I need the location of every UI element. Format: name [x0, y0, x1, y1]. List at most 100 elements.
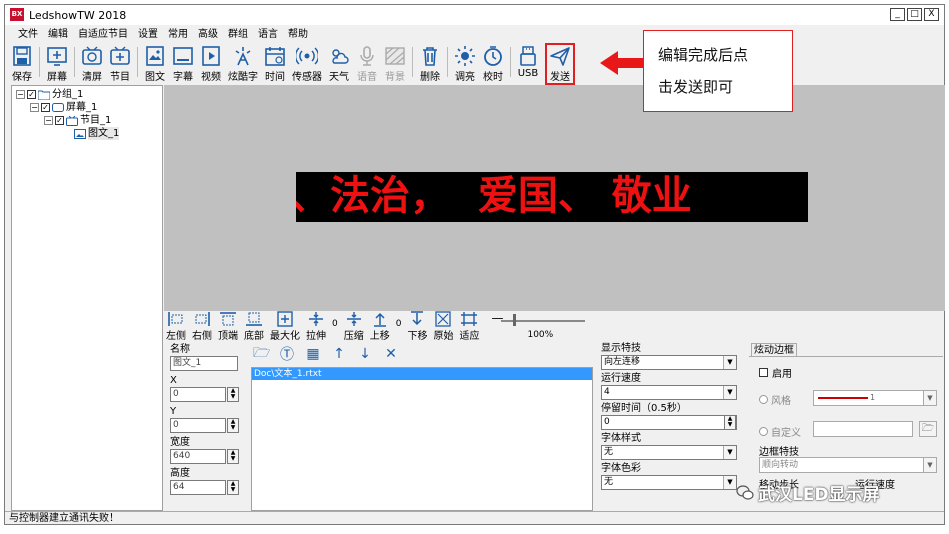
menu-file[interactable]: 文件 [13, 26, 43, 44]
style-radio[interactable]: 风格 [759, 392, 791, 407]
width-spinner[interactable]: ▲ ▼ [227, 449, 239, 464]
clear-screen-button[interactable]: 清屏 [81, 45, 103, 83]
arrow-down-icon[interactable]: ↓ [357, 346, 373, 362]
time-sync-button[interactable]: 校时 [482, 45, 504, 83]
checkbox-checked-icon[interactable]: ✓ [27, 90, 36, 99]
close-button[interactable]: X [924, 8, 939, 21]
menu-advanced[interactable]: 高级 [193, 26, 223, 44]
text-file-panel: 🗁 Ⓣ ▦ ↑ ↓ ✕ Doc\文本_1.rtxt [249, 343, 595, 511]
led-text-area[interactable]: 、法治， 爱国、 敬业 [296, 172, 808, 222]
chevron-down-icon: ▼ [723, 356, 736, 369]
stretch-button[interactable]: 拉伸 [306, 311, 326, 342]
menu-settings[interactable]: 设置 [133, 26, 163, 44]
font-style-select[interactable]: 无 ▼ [601, 445, 737, 460]
enable-border-checkbox[interactable]: 启用 [759, 365, 792, 380]
sensor-button[interactable]: 传感器 [292, 45, 322, 83]
zoom-slider[interactable]: — 100% [491, 311, 587, 341]
dwell-spinner[interactable]: ▲ ▼ [724, 415, 736, 430]
delete-button[interactable]: 删除 [419, 45, 441, 83]
menu-group[interactable]: 群组 [223, 26, 253, 44]
browse-folder-icon[interactable]: 🗁 [919, 421, 937, 437]
align-left-button[interactable]: 左侧 [166, 311, 186, 342]
stretch-value: 0 [332, 319, 338, 329]
collapse-icon[interactable]: − [30, 103, 39, 112]
border-effect-select[interactable]: 顺向转动 ▼ [759, 457, 937, 473]
annotation-line-2: 击发送即可 [658, 78, 734, 96]
align-top-button[interactable]: 顶端 [218, 311, 238, 342]
menu-language[interactable]: 语言 [253, 26, 283, 44]
arrow-down-icon [411, 311, 424, 326]
menu-common[interactable]: 常用 [163, 26, 193, 44]
zoom-thumb[interactable] [513, 314, 517, 326]
maximize-button[interactable]: □ [907, 8, 922, 21]
background-button[interactable]: 背景 [384, 45, 406, 83]
time-button[interactable]: 时间 [264, 45, 286, 83]
original-size-button[interactable]: 原始 [433, 311, 453, 342]
tree-node-program[interactable]: − ✓ 节目_1 [16, 114, 158, 127]
custom-radio[interactable]: 自定义 [759, 424, 801, 439]
tree-node-screen[interactable]: − ✓ 屏幕_1 [16, 101, 158, 114]
list-item[interactable]: Doc\文本_1.rtxt [252, 368, 592, 380]
video-button[interactable]: 视频 [200, 45, 222, 83]
subtitle-button[interactable]: 字幕 [172, 45, 194, 83]
zoom-out-button[interactable]: — [491, 311, 503, 325]
tree-node-group[interactable]: − ✓ 分组_1 [16, 88, 158, 101]
move-down-button[interactable]: 下移 [407, 311, 427, 342]
align-bottom-button[interactable]: 底部 [244, 311, 264, 342]
original-size-icon [435, 311, 452, 327]
voice-button[interactable]: 语音 [356, 45, 378, 83]
font-color-select[interactable]: 无 ▼ [601, 475, 737, 490]
speed-select[interactable]: 4 ▼ [601, 385, 737, 400]
cool-text-button[interactable]: 炫酷字 [228, 45, 258, 83]
table-icon[interactable]: ▦ [305, 346, 321, 362]
program-button[interactable]: 节目 [109, 45, 131, 83]
open-folder-icon[interactable]: 🗁 [253, 342, 270, 366]
remove-icon[interactable]: ✕ [383, 346, 399, 362]
screen-button[interactable]: 屏幕 [46, 45, 68, 83]
move-up-button[interactable]: 上移 [370, 311, 390, 342]
y-field[interactable]: 0 [170, 418, 226, 433]
cool-text-icon [235, 47, 251, 66]
maximize-area-button[interactable]: 最大化 [270, 311, 300, 342]
height-field[interactable]: 64 [170, 480, 226, 495]
text-icon[interactable]: Ⓣ [279, 344, 295, 364]
align-right-button[interactable]: 右侧 [192, 311, 212, 342]
tree-node-area[interactable]: 图文_1 [16, 127, 158, 140]
dwell-field[interactable]: 0 ▲ ▼ [601, 415, 737, 430]
fit-button[interactable]: 适应 [459, 311, 479, 342]
x-spinner[interactable]: ▲ ▼ [227, 387, 239, 402]
compress-button[interactable]: 压缩 [344, 311, 364, 342]
x-field[interactable]: 0 [170, 387, 226, 402]
tab-dynamic-border[interactable]: 炫动边框 [751, 343, 797, 357]
custom-border-field[interactable] [813, 421, 913, 437]
usb-button[interactable]: USB [517, 45, 539, 79]
save-button[interactable]: 保存 [11, 45, 33, 83]
brightness-button[interactable]: 调亮 [454, 45, 476, 83]
checkbox-checked-icon[interactable]: ✓ [41, 103, 50, 112]
align-left-icon [168, 312, 183, 326]
chevron-down-icon: ▼ [923, 391, 936, 405]
border-style-select[interactable]: 1 ▼ [813, 390, 937, 406]
send-button[interactable]: 发送 [545, 43, 575, 85]
collapse-icon[interactable]: − [44, 116, 53, 125]
graphic-text-button[interactable]: 图文 [144, 45, 166, 83]
video-icon [202, 46, 220, 66]
display-effect-select[interactable]: 向左连移 ▼ [601, 355, 737, 370]
width-field[interactable]: 640 [170, 449, 226, 464]
file-list[interactable]: Doc\文本_1.rtxt [251, 367, 593, 511]
menu-help[interactable]: 帮助 [283, 26, 313, 44]
name-field[interactable]: 图文_1 [170, 356, 238, 371]
wechat-icon [736, 484, 754, 500]
fit-icon [461, 312, 478, 326]
menu-adaptive-program[interactable]: 自适应节目 [73, 26, 133, 44]
menu-edit[interactable]: 编辑 [43, 26, 73, 44]
height-spinner[interactable]: ▲ ▼ [227, 480, 239, 495]
minimize-button[interactable]: _ [890, 8, 905, 21]
edit-canvas[interactable]: 、法治， 爱国、 敬业 [164, 85, 945, 311]
arrow-up-icon[interactable]: ↑ [331, 346, 347, 362]
weather-button[interactable]: 天气 [328, 45, 350, 83]
window-title: LedshowTW 2018 [29, 9, 127, 22]
checkbox-checked-icon[interactable]: ✓ [55, 116, 64, 125]
collapse-icon[interactable]: − [16, 90, 25, 99]
y-spinner[interactable]: ▲ ▼ [227, 418, 239, 433]
